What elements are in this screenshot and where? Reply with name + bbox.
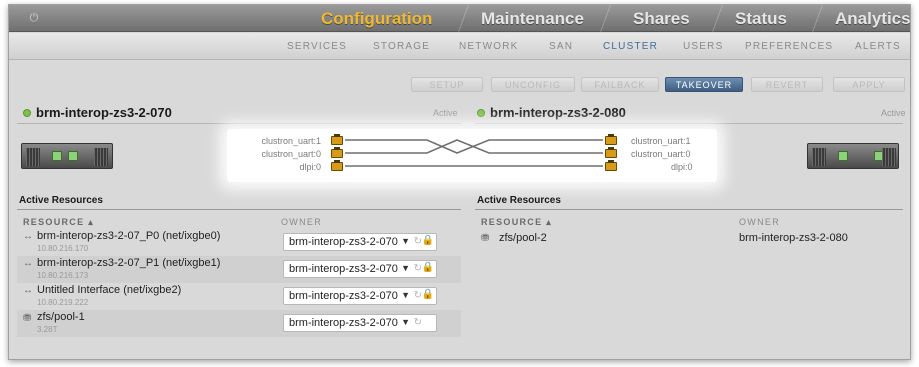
port-icon [605,134,617,145]
lock-icon[interactable]: 🔒 [422,262,434,273]
subtab-network[interactable]: NETWORK [459,41,519,52]
owner-select-value: brm-interop-zs3-2-070 [289,263,398,275]
appliance-window: ⏻ Configuration Maintenance Shares Statu… [8,4,911,360]
subtab-preferences[interactable]: PREFERENCES [745,41,833,52]
right-owner-column-header[interactable]: OWNER [739,217,780,227]
resource-name: zfs/pool-1 [37,311,85,323]
resource-size: 3.28T [37,325,58,334]
port-icon [605,160,617,171]
resource-name: Untitled Interface (net/ixgbe2) [37,284,182,296]
owner-select[interactable]: brm-interop-zs3-2-070 ▼ ↻ 🔒 [283,260,437,278]
tab-separator [458,5,469,32]
revert-button[interactable]: REVERT [751,77,823,92]
port-icon [605,147,617,158]
failback-button[interactable]: FAILBACK [581,77,659,92]
right-resource-column-header[interactable]: RESOURCE ▴ [481,217,552,228]
right-section-title: Active Resources [477,195,561,206]
lock-icon[interactable]: 🔒 [422,235,434,246]
network-link-icon: ↔ [23,258,33,269]
storage-pool-icon: ⛃ [481,233,490,244]
tab-separator [712,5,723,32]
sub-navigation: SERVICES STORAGE NETWORK SAN CLUSTER USE… [9,33,910,60]
divider [475,209,903,210]
subtab-users[interactable]: USERS [683,41,723,52]
right-link-label: dlpi:0 [671,162,693,172]
chevron-down-icon[interactable]: ▼ [401,290,410,300]
owner-select-value: brm-interop-zs3-2-070 [289,236,398,248]
network-link-icon: ↔ [23,285,33,296]
subtab-storage[interactable]: STORAGE [373,41,430,52]
resource-address: 10.80.216.173 [37,271,89,280]
subtab-services[interactable]: SERVICES [287,41,347,52]
storage-pool-icon: ⛃ [23,313,32,324]
table-row[interactable]: ↔ Untitled Interface (net/ixgbe2) 10.80.… [17,283,461,310]
divider [17,209,461,210]
table-row[interactable]: ⛃ zfs/pool-1 3.28T brm-interop-zs3-2-070… [17,310,461,337]
main-navigation: ⏻ Configuration Maintenance Shares Statu… [9,5,910,32]
resource-address: 10.80.219.222 [37,298,89,307]
left-chassis-image [21,143,113,169]
tab-shares[interactable]: Shares [633,8,690,30]
apply-button[interactable]: APPLY [833,77,905,92]
tab-maintenance[interactable]: Maintenance [481,8,584,30]
owner-select-value: brm-interop-zs3-2-070 [289,290,398,302]
status-dot-icon [477,109,485,117]
setup-button[interactable]: SETUP [411,77,483,92]
right-link-label: clustron_uart:1 [631,136,691,146]
right-node-state: Active [881,108,906,118]
resource-name: zfs/pool-2 [499,232,547,244]
subtab-alerts[interactable]: ALERTS [855,41,901,52]
takeover-button[interactable]: TAKEOVER [665,77,743,92]
right-link-label: clustron_uart:0 [631,149,691,159]
status-dot-icon [23,109,31,117]
tab-analytics[interactable]: Analytics [835,8,910,30]
owner-select[interactable]: brm-interop-zs3-2-070 ▼ ↻ 🔒 [283,233,437,251]
chevron-down-icon[interactable]: ▼ [401,263,410,273]
network-link-icon: ↔ [23,231,33,242]
table-row[interactable]: ↔ brm-interop-zs3-2-07_P0 (net/ixgbe0) 1… [17,229,461,256]
tab-status[interactable]: Status [735,8,787,30]
right-chassis-image [807,143,899,169]
refresh-icon[interactable]: ↻ [414,317,422,328]
left-resource-column-header[interactable]: RESOURCE ▴ [23,217,94,228]
divider [17,123,461,124]
divider [475,123,903,124]
unconfig-button[interactable]: UNCONFIG [491,77,575,92]
resource-name: brm-interop-zs3-2-07_P1 (net/ixgbe1) [37,257,221,269]
owner-value: brm-interop-zs3-2-080 [739,232,848,244]
right-node-name: brm-interop-zs3-2-080 [490,105,626,120]
resource-address: 10.80.216.170 [37,244,89,253]
resource-name: brm-interop-zs3-2-07_P0 (net/ixgbe0) [37,230,221,242]
tab-separator [600,5,611,32]
table-row[interactable]: ⛃ zfs/pool-2 brm-interop-zs3-2-080 [475,229,903,256]
owner-select[interactable]: brm-interop-zs3-2-070 ▼ ↻ [283,314,437,332]
owner-select[interactable]: brm-interop-zs3-2-070 ▼ ↻ 🔒 [283,287,437,305]
chevron-down-icon[interactable]: ▼ [401,317,410,327]
left-node-name: brm-interop-zs3-2-070 [36,105,172,120]
subtab-san[interactable]: SAN [549,41,573,52]
chevron-down-icon[interactable]: ▼ [401,236,410,246]
left-owner-column-header[interactable]: OWNER [281,217,322,227]
power-icon[interactable]: ⏻ [27,11,41,25]
tab-configuration[interactable]: Configuration [321,8,432,30]
owner-select-value: brm-interop-zs3-2-070 [289,317,398,329]
subtab-cluster[interactable]: CLUSTER [603,41,658,52]
tab-separator [812,5,823,32]
left-node-state: Active [433,108,458,118]
lock-icon[interactable]: 🔒 [422,289,434,300]
table-row[interactable]: ↔ brm-interop-zs3-2-07_P1 (net/ixgbe1) 1… [17,256,461,283]
cluster-interconnect-panel: clustron_uart:1 clustron_uart:0 dlpi:0 c… [227,129,717,182]
left-section-title: Active Resources [19,195,103,206]
